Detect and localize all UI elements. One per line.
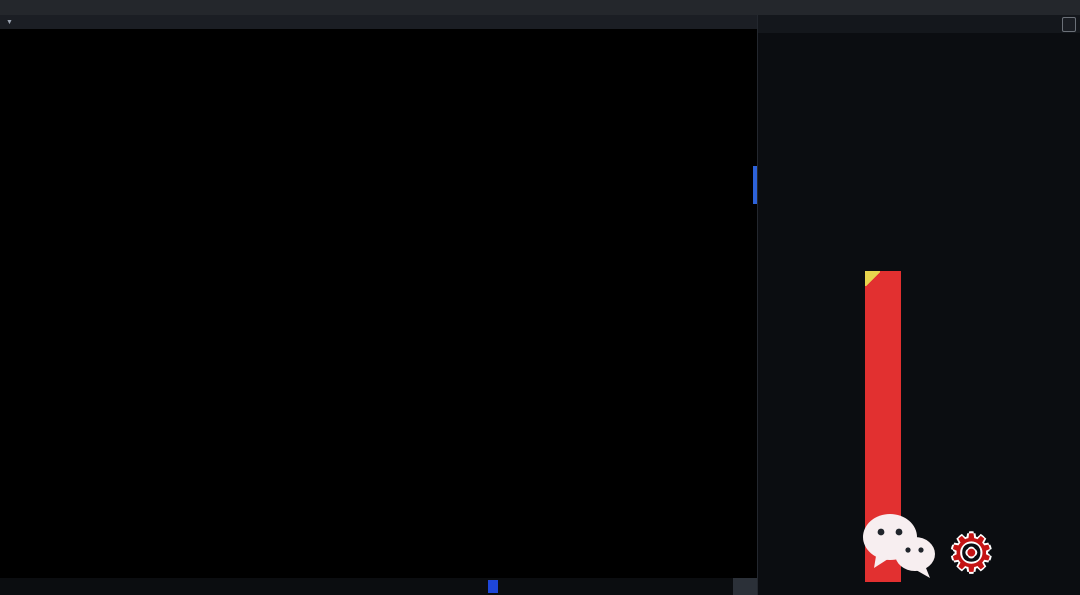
stock-header: [758, 15, 1080, 33]
top-tab-bar: [0, 0, 1080, 15]
special-order-tag: [865, 271, 880, 286]
logo-gear-icon: ⚙: [948, 525, 995, 583]
kline-chart[interactable]: [0, 29, 758, 258]
indicator-menu[interactable]: ▼: [0, 19, 13, 26]
volume-pane[interactable]: [0, 258, 758, 578]
stock-title: [758, 15, 1080, 33]
decision-matrix-button[interactable]: [1062, 17, 1076, 32]
quote-panel: [758, 15, 1080, 595]
kline-pane[interactable]: [0, 29, 758, 258]
chart-toolbar: ▼: [0, 15, 758, 29]
period-tab-daily[interactable]: [733, 578, 759, 595]
time-axis: [0, 578, 758, 595]
site-logo: ⚙: [922, 518, 1080, 595]
chevron-down-icon: ▼: [6, 18, 13, 26]
crosshair-date-tag: [488, 580, 498, 593]
trading-app-window: ▼ ⚙: [0, 0, 1080, 595]
quote-grid: [758, 51, 936, 258]
volume-chart[interactable]: [0, 258, 758, 578]
order-book: [937, 51, 1080, 381]
divider-drag-handle[interactable]: [753, 166, 757, 204]
